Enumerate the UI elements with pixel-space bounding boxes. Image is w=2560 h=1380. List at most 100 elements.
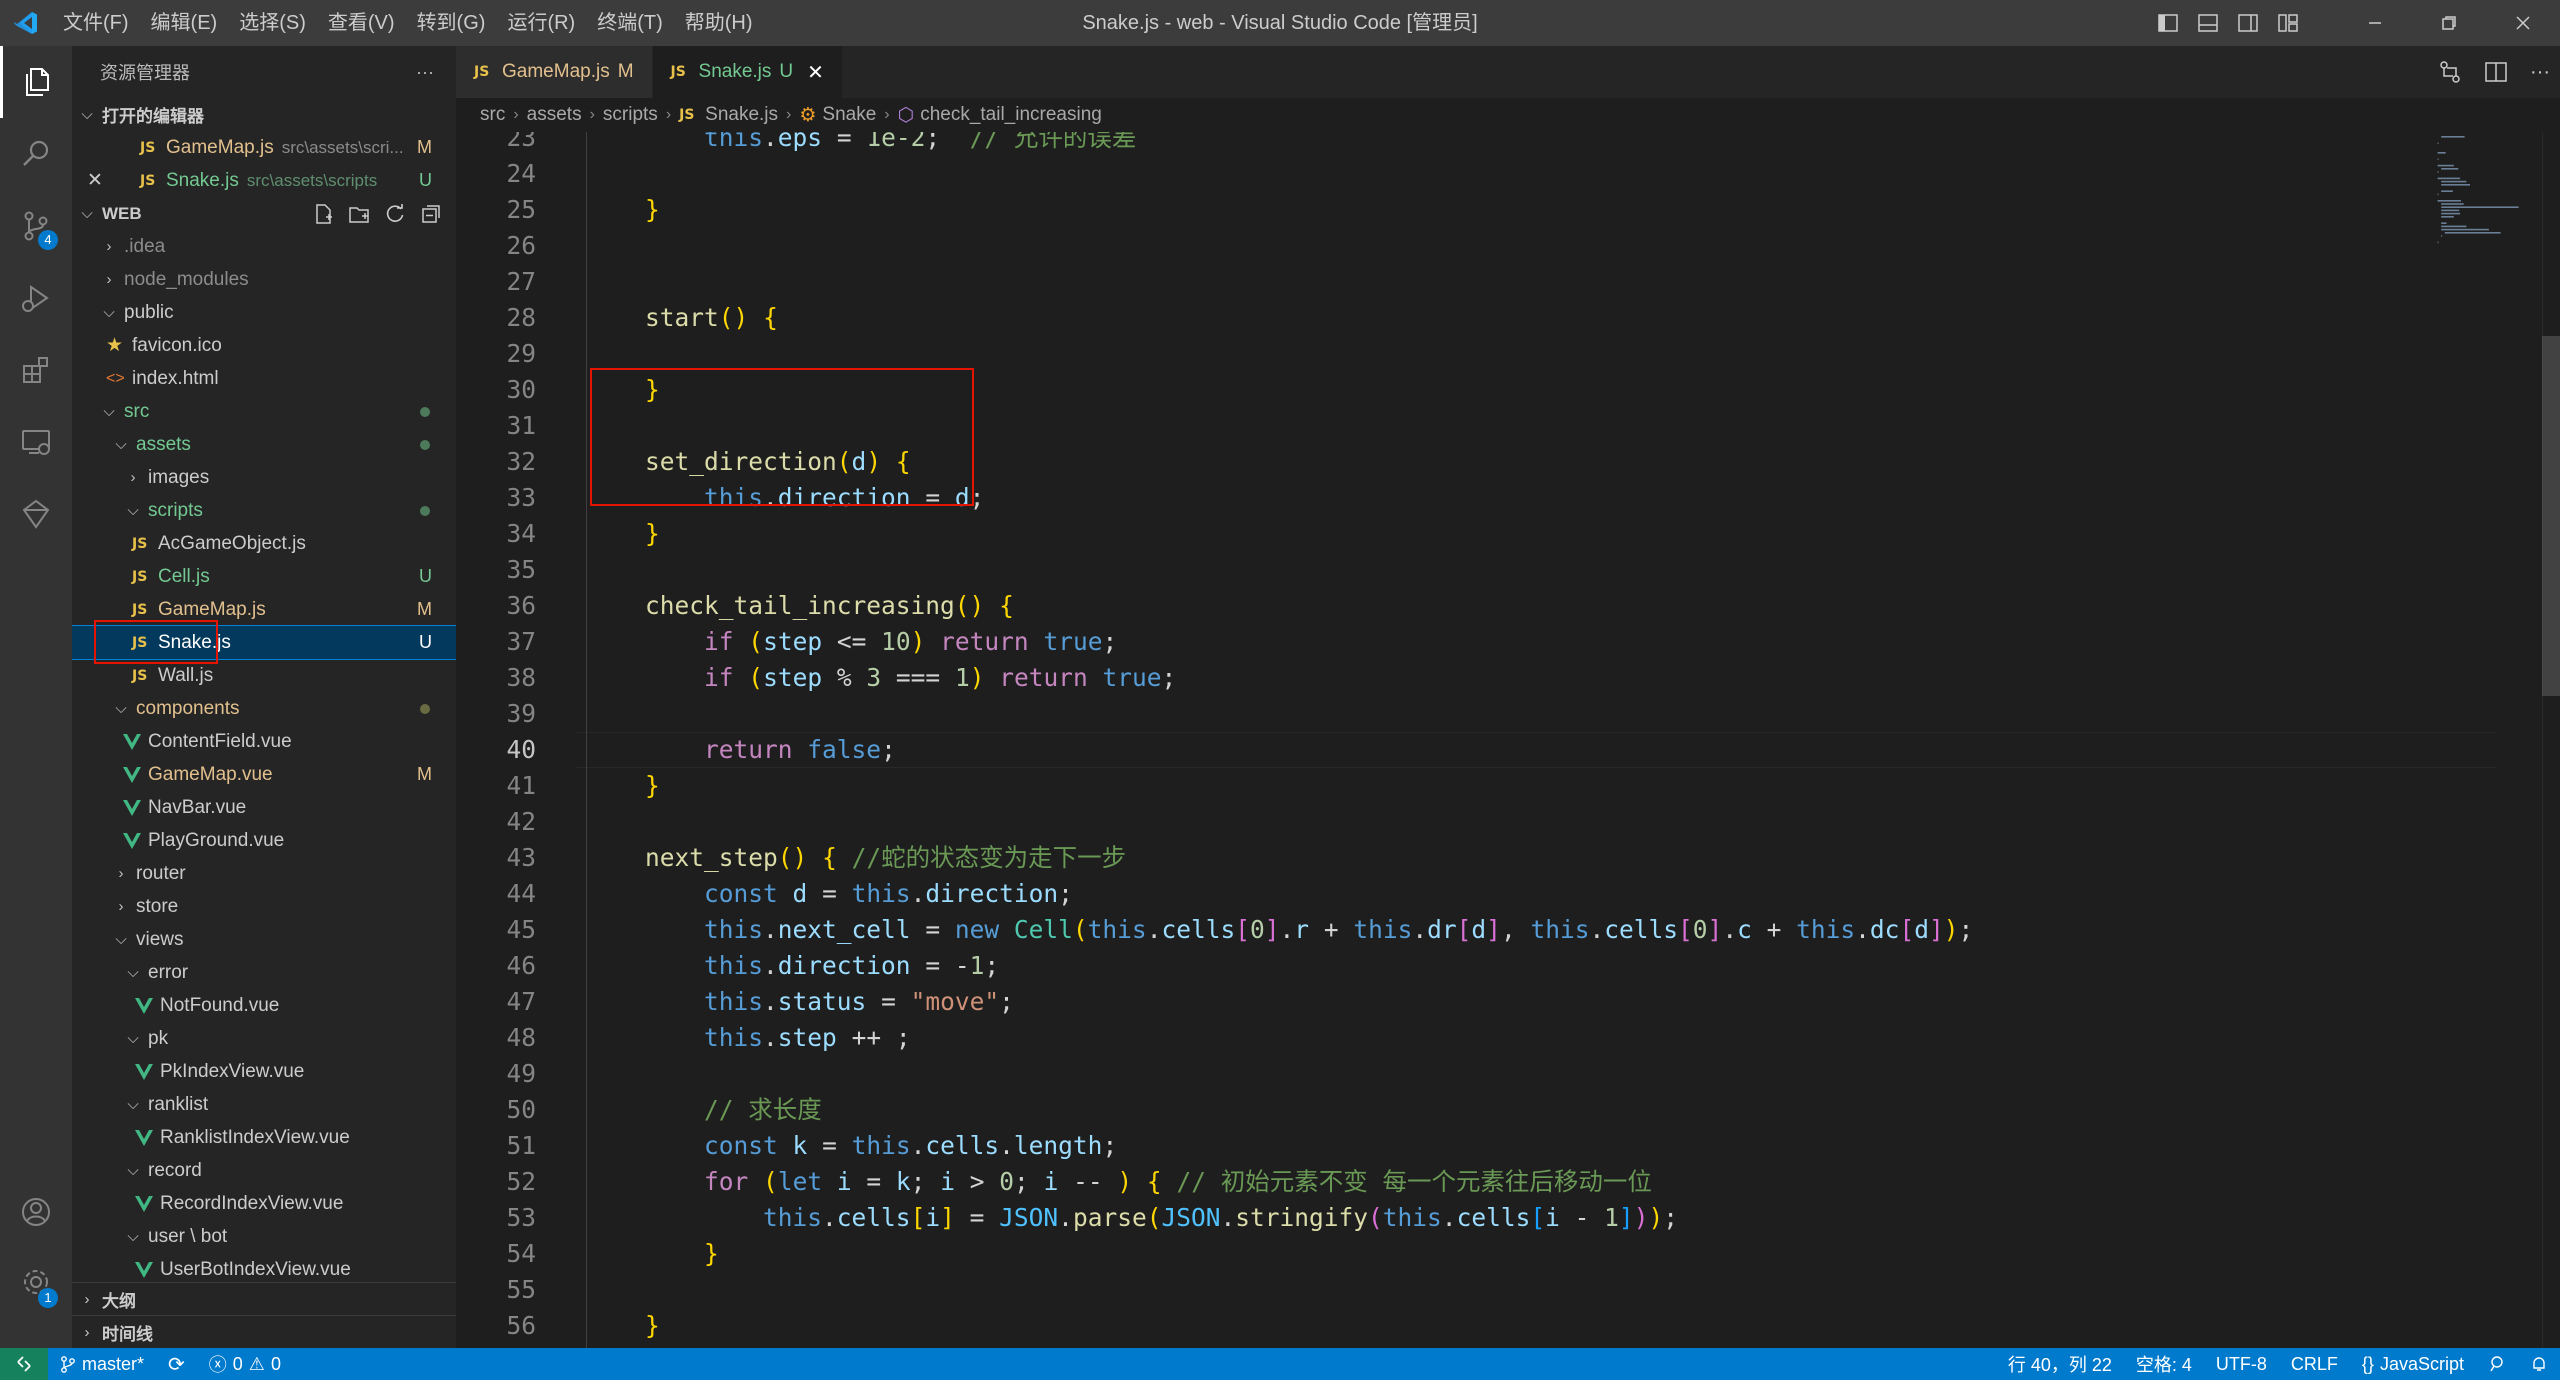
- git-branch[interactable]: master*: [48, 1354, 156, 1375]
- tree-file-playground[interactable]: PlayGround.vue: [72, 824, 456, 857]
- breadcrumb-class[interactable]: Snake: [822, 104, 876, 126]
- code-line[interactable]: 54 }: [456, 1236, 2560, 1272]
- code-line[interactable]: 56 }: [456, 1308, 2560, 1344]
- tree-folder-record[interactable]: ⌵ record: [72, 1154, 456, 1187]
- code-line[interactable]: 39: [456, 696, 2560, 732]
- code-editor[interactable]: 23 this.eps = 1e-2; // 允许的误差 24 25 } 26 27 28…: [456, 132, 2560, 1348]
- code-line[interactable]: 46 this.direction = -1;: [456, 948, 2560, 984]
- run-debug-icon[interactable]: [0, 262, 72, 334]
- tab-gamemap-js[interactable]: JS GameMap.js M: [456, 46, 653, 98]
- code-line[interactable]: 45 this.next_cell = new Cell(this.cells[…: [456, 912, 2560, 948]
- code-line[interactable]: 44 const d = this.direction;: [456, 876, 2560, 912]
- remote-explorer-icon[interactable]: [0, 406, 72, 478]
- restore-icon[interactable]: [2412, 0, 2486, 46]
- search-icon[interactable]: [0, 118, 72, 190]
- language-mode[interactable]: {} JavaScript: [2350, 1354, 2476, 1375]
- new-file-icon[interactable]: [312, 203, 334, 225]
- notifications-bell-icon[interactable]: [2518, 1355, 2560, 1373]
- code-line[interactable]: 50 // 求长度: [456, 1092, 2560, 1128]
- menu-run[interactable]: 运行(R): [496, 0, 586, 46]
- more-editor-actions-icon[interactable]: ···: [2530, 61, 2550, 84]
- code-line[interactable]: 47 this.status = "move";: [456, 984, 2560, 1020]
- tree-folder-error[interactable]: ⌵ error: [72, 956, 456, 989]
- tree-file-index-html[interactable]: <> index.html: [72, 362, 456, 395]
- menu-terminal[interactable]: 终端(T): [586, 0, 674, 46]
- toggle-primary-sidebar-icon[interactable]: [2148, 0, 2188, 46]
- tree-file-recordindex[interactable]: RecordIndexView.vue: [72, 1187, 456, 1220]
- explorer-icon[interactable]: [0, 46, 72, 118]
- collapse-all-icon[interactable]: [420, 203, 442, 225]
- settings-gear-icon[interactable]: 1: [0, 1246, 72, 1318]
- open-editors-header[interactable]: ⌵ 打开的编辑器: [72, 98, 456, 131]
- tree-file-ranklistindex[interactable]: RanklistIndexView.vue: [72, 1121, 456, 1154]
- minimap[interactable]: [2430, 132, 2540, 352]
- menu-view[interactable]: 查看(V): [317, 0, 406, 46]
- tree-folder-assets[interactable]: ⌵ assets: [72, 428, 456, 461]
- encoding[interactable]: UTF-8: [2204, 1354, 2279, 1375]
- open-changes-icon[interactable]: [2438, 60, 2462, 84]
- tree-file-gamemap-vue[interactable]: GameMap.vue M: [72, 758, 456, 791]
- code-line[interactable]: 28 start() {: [456, 300, 2560, 336]
- code-line[interactable]: 38 if (step % 3 === 1) return true;: [456, 660, 2560, 696]
- code-line[interactable]: 55: [456, 1272, 2560, 1308]
- outline-section-header[interactable]: › 大纲: [72, 1282, 456, 1315]
- code-line[interactable]: 41 }: [456, 768, 2560, 804]
- timeline-extension-icon[interactable]: [0, 478, 72, 550]
- vertical-scrollbar[interactable]: [2542, 336, 2560, 696]
- tree-folder-src[interactable]: ⌵ src: [72, 395, 456, 428]
- close-tab-icon[interactable]: ✕: [807, 60, 824, 85]
- indentation[interactable]: 空格: 4: [2124, 1351, 2204, 1377]
- tree-folder-router[interactable]: › router: [72, 857, 456, 890]
- code-line[interactable]: 49: [456, 1056, 2560, 1092]
- menu-selection[interactable]: 选择(S): [228, 0, 317, 46]
- tree-file-pkindex[interactable]: PkIndexView.vue: [72, 1055, 456, 1088]
- tree-file-contentfield[interactable]: ContentField.vue: [72, 725, 456, 758]
- customize-layout-icon[interactable]: [2268, 0, 2308, 46]
- code-line[interactable]: 29: [456, 336, 2560, 372]
- toggle-secondary-sidebar-icon[interactable]: [2228, 0, 2268, 46]
- sync-icon[interactable]: ⟳: [156, 1352, 197, 1377]
- split-editor-icon[interactable]: [2484, 60, 2508, 84]
- problems-indicator[interactable]: ⓧ 0 ⚠ 0: [197, 1351, 293, 1377]
- code-line[interactable]: 23 this.eps = 1e-2; // 允许的误差: [456, 132, 2560, 156]
- tree-folder-pk[interactable]: ⌵ pk: [72, 1022, 456, 1055]
- new-folder-icon[interactable]: [348, 203, 370, 225]
- minimize-icon[interactable]: [2338, 0, 2412, 46]
- account-icon[interactable]: [0, 1176, 72, 1248]
- close-editor-icon[interactable]: ✕: [76, 169, 114, 192]
- workspace-header[interactable]: ⌵ WEB: [72, 197, 456, 230]
- tab-snake-js[interactable]: JS Snake.js U ✕: [652, 46, 843, 98]
- breadcrumb-method[interactable]: check_tail_increasing: [920, 104, 1102, 126]
- code-line[interactable]: 40 return false;: [456, 732, 2560, 768]
- more-actions-icon[interactable]: ···: [416, 62, 434, 83]
- tree-folder-images[interactable]: › images: [72, 461, 456, 494]
- tree-folder-store[interactable]: › store: [72, 890, 456, 923]
- line-ending[interactable]: CRLF: [2279, 1354, 2350, 1375]
- refresh-icon[interactable]: [384, 203, 406, 225]
- source-control-icon[interactable]: 4: [0, 190, 72, 262]
- tree-folder-views[interactable]: ⌵ views: [72, 923, 456, 956]
- open-editor-item-gamemap[interactable]: JS GameMap.js src\assets\scri... M: [72, 131, 456, 164]
- breadcrumb-src[interactable]: src: [480, 104, 505, 126]
- tree-file-acgameobject[interactable]: JS AcGameObject.js: [72, 527, 456, 560]
- tree-file-cell[interactable]: JS Cell.js U: [72, 560, 456, 593]
- tree-folder-node-modules[interactable]: › node_modules: [72, 263, 456, 296]
- extensions-icon[interactable]: [0, 334, 72, 406]
- code-line[interactable]: 27: [456, 264, 2560, 300]
- code-line[interactable]: 36 check_tail_increasing() {: [456, 588, 2560, 624]
- code-line[interactable]: 25 }: [456, 192, 2560, 228]
- tree-file-notfound[interactable]: NotFound.vue: [72, 989, 456, 1022]
- code-line[interactable]: 51 const k = this.cells.length;: [456, 1128, 2560, 1164]
- tree-folder-user-bot[interactable]: ⌵ user \ bot: [72, 1220, 456, 1253]
- code-line[interactable]: 26: [456, 228, 2560, 264]
- code-line[interactable]: 43 next_step() { //蛇的状态变为走下一步: [456, 840, 2560, 876]
- code-line[interactable]: 48 this.step ++ ;: [456, 1020, 2560, 1056]
- code-line[interactable]: 35: [456, 552, 2560, 588]
- menu-edit[interactable]: 编辑(E): [140, 0, 229, 46]
- code-line[interactable]: 37 if (step <= 10) return true;: [456, 624, 2560, 660]
- code-line[interactable]: 34 }: [456, 516, 2560, 552]
- menu-help[interactable]: 帮助(H): [674, 0, 764, 46]
- tree-folder-public[interactable]: ⌵ public: [72, 296, 456, 329]
- tree-folder-idea[interactable]: › .idea: [72, 230, 456, 263]
- vertical-scroll-track[interactable]: [2542, 132, 2560, 1348]
